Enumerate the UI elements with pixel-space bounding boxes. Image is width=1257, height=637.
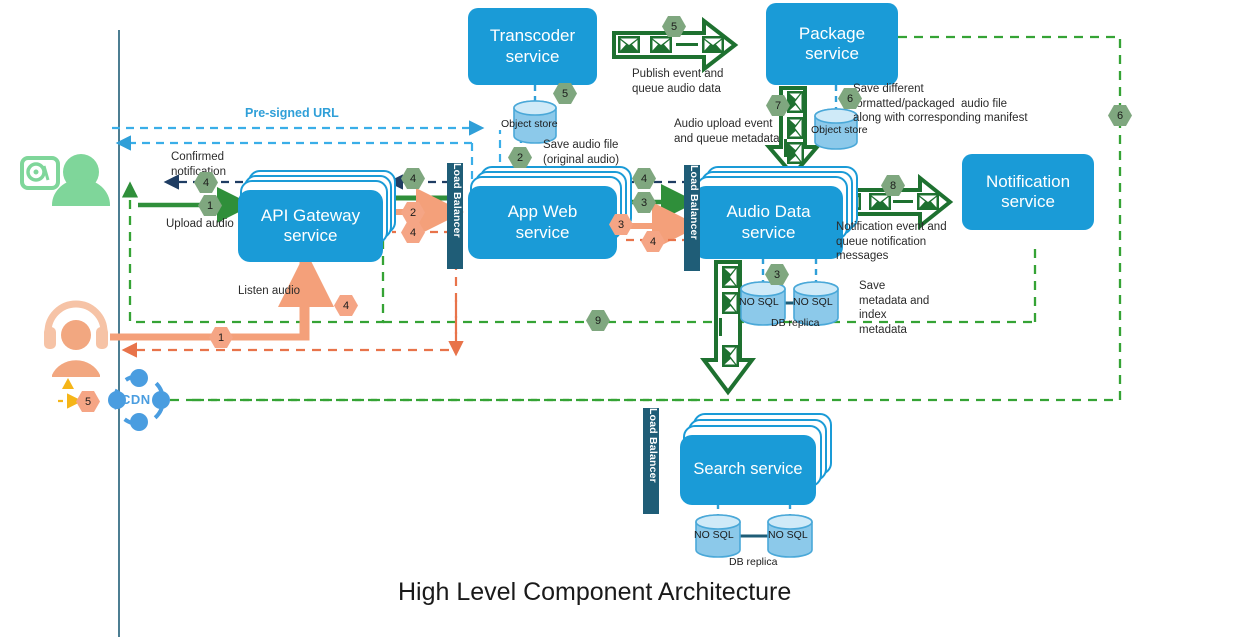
service-card-notification[interactable]: Notification service [962, 154, 1094, 230]
listener-actor-icon [44, 300, 108, 377]
diagram-connectors [20, 16, 1122, 637]
label-object-store-transcoder: Object store [501, 118, 558, 130]
label-search-nosql-primary: NO SQL [694, 529, 734, 541]
label-upload-audio: Upload audio [166, 218, 234, 230]
uploader-actor-icon [20, 154, 110, 206]
service-label-transcoder: Transcoder service [468, 8, 597, 85]
label-search-db-replica: DB replica [729, 556, 778, 568]
label-cdn: CDN [121, 392, 151, 407]
queue-search-index-arrow [700, 260, 756, 396]
load-balancer-label: Load Balancer [688, 165, 700, 240]
label-save-audio-file: Save audio file (original audio) [543, 139, 620, 166]
load-balancer-label: Load Balancer [451, 163, 463, 238]
service-card-transcoder[interactable]: Transcoder service [468, 8, 597, 85]
service-label-notification: Notification service [962, 154, 1094, 230]
load-balancer-search[interactable]: Load Balancer [643, 408, 659, 514]
service-card-package[interactable]: Package service [766, 3, 898, 85]
label-pre-signed-url: Pre-signed URL [245, 106, 339, 120]
load-balancer-audio-data[interactable]: Load Balancer [684, 165, 700, 271]
service-label-api-gateway: API Gateway service [238, 190, 383, 262]
label-audio-nosql-primary: NO SQL [739, 296, 779, 308]
service-label-audio-data: Audio Data service [694, 186, 843, 259]
service-label-package: Package service [766, 3, 898, 85]
architecture-diagram: Transcoder service Package service API Gat… [0, 0, 1257, 637]
service-card-search[interactable]: Search service [680, 413, 832, 505]
label-save-different-formatted: Save different formatted/packaged audio f… [853, 83, 1028, 125]
service-card-audio-data[interactable]: Audio Data service [694, 166, 858, 262]
label-publish-event: Publish event and queue audio data [632, 68, 724, 95]
label-object-store-package: Object store [811, 124, 868, 136]
load-balancer-label: Load Balancer [647, 408, 659, 483]
service-label-app-web: App Web service [468, 186, 617, 259]
label-audio-db-replica: DB replica [771, 317, 820, 329]
label-audio-upload-event: Audio upload event and queue metadata [674, 118, 780, 145]
service-card-app-web[interactable]: App Web service [468, 166, 632, 262]
cdn-yellow-triangle [62, 378, 74, 389]
label-audio-nosql-replica: NO SQL [793, 296, 833, 308]
label-notification-event: Notification event and queue notification… [836, 221, 947, 263]
listen-audio-arrow-head [278, 251, 334, 341]
page-title: High Level Component Architecture [398, 578, 792, 606]
listen-audio-path [110, 262, 307, 341]
label-save-metadata-index: Save metadata and index metadata [859, 280, 930, 337]
load-balancer-app-web[interactable]: Load Balancer [447, 163, 463, 269]
service-card-api-gateway[interactable]: API Gateway service [238, 170, 396, 263]
label-listen-audio: Listen audio [238, 285, 301, 297]
service-label-search: Search service [680, 435, 816, 505]
label-search-nosql-replica: NO SQL [768, 529, 808, 541]
